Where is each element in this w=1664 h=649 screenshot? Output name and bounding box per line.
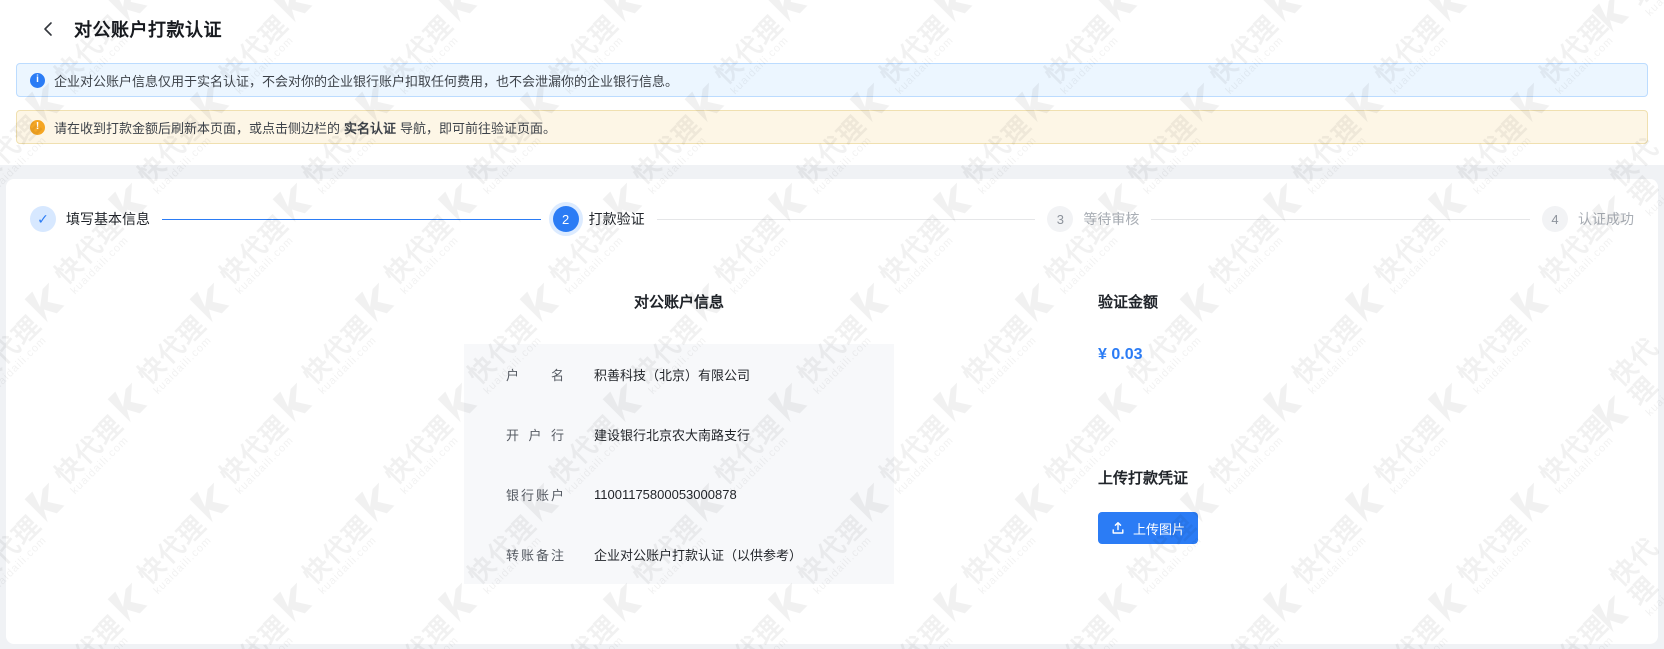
- warning-text-prefix: 请在收到打款金额后刷新本页面，或点击侧边栏的: [54, 120, 341, 136]
- verify-amount-column: 验证金额 ¥ 0.03 上传打款凭证 上传图片: [1098, 294, 1198, 584]
- title-row: 对公账户打款认证: [16, 16, 1648, 42]
- upload-button-label: 上传图片: [1132, 521, 1185, 537]
- bank-account-label: 银行账户: [506, 487, 564, 503]
- transfer-remark-label: 转账备注: [506, 547, 564, 563]
- verify-amount-value: ¥ 0.03: [1098, 346, 1143, 363]
- step-1-check-icon: ✓: [30, 206, 56, 232]
- transfer-remark-value: 企业对公账户打款认证（以供参考）: [594, 547, 803, 563]
- back-button[interactable]: [36, 17, 60, 41]
- upload-voucher-heading: 上传打款凭证: [1098, 470, 1189, 487]
- warning-text-emphasis: 实名认证: [344, 120, 397, 136]
- account-name-value: 积善科技（北京）有限公司: [594, 367, 751, 383]
- verification-card: ✓ 填写基本信息 2 打款验证 3 等待审核 4 认证成功 对公账户信息 户名 …: [6, 179, 1658, 644]
- step-success: 4 认证成功: [1542, 206, 1634, 232]
- upload-icon: [1112, 522, 1124, 534]
- top-header-section: 对公账户打款认证 i 企业对公账户信息仅用于实名认证，不会对你的企业银行账户扣取…: [0, 0, 1664, 165]
- account-name-label: 户名: [506, 367, 564, 383]
- table-row: 银行账户 11001175800053000878: [464, 464, 894, 524]
- card-content: 对公账户信息 户名 积善科技（北京）有限公司 开户行 建设银行北京农大南路支行 …: [6, 294, 1658, 584]
- bank-branch-value: 建设银行北京农大南路支行: [594, 427, 751, 443]
- account-info-table: 户名 积善科技（北京）有限公司 开户行 建设银行北京农大南路支行 银行账户 11…: [464, 344, 894, 584]
- table-row: 开户行 建设银行北京农大南路支行: [464, 404, 894, 464]
- table-row: 户名 积善科技（北京）有限公司: [464, 344, 894, 404]
- step-await-review: 3 等待审核: [1047, 206, 1139, 232]
- step-1-label: 填写基本信息: [66, 211, 150, 227]
- step-4-number: 4: [1542, 206, 1569, 232]
- step-4-label: 认证成功: [1578, 211, 1635, 227]
- step-payment-verify: 2 打款验证: [552, 206, 645, 232]
- account-info-heading: 对公账户信息: [633, 294, 724, 311]
- bank-account-value: 11001175800053000878: [594, 486, 737, 502]
- warning-text-suffix: 导航，即可前往验证页面。: [400, 120, 557, 136]
- step-2-label: 打款验证: [588, 211, 645, 227]
- info-icon: i: [30, 72, 45, 88]
- table-row: 转账备注 企业对公账户打款认证（以供参考）: [464, 524, 894, 584]
- page-title: 对公账户打款认证: [74, 20, 222, 40]
- verify-amount-heading: 验证金额: [1098, 294, 1159, 311]
- back-chevron-icon: [44, 22, 52, 36]
- account-info-column: 对公账户信息 户名 积善科技（北京）有限公司 开户行 建设银行北京农大南路支行 …: [464, 294, 894, 584]
- info-banner-text: 企业对公账户信息仅用于实名认证，不会对你的企业银行账户扣取任何费用，也不会泄漏你…: [54, 73, 679, 89]
- step-3-label: 等待审核: [1083, 211, 1140, 227]
- step-3-number: 3: [1047, 206, 1074, 232]
- step-connector-3: [1151, 218, 1531, 220]
- upload-image-button[interactable]: 上传图片: [1098, 512, 1198, 544]
- step-2-number: 2: [552, 206, 579, 232]
- step-fill-basic-info: ✓ 填写基本信息: [30, 206, 150, 232]
- step-connector-2: [656, 218, 1036, 220]
- steps-bar: ✓ 填写基本信息 2 打款验证 3 等待审核 4 认证成功: [6, 179, 1658, 232]
- bank-branch-label: 开户行: [506, 427, 564, 443]
- warning-banner: ! 请在收到打款金额后刷新本页面，或点击侧边栏的 实名认证 导航，即可前往验证页…: [16, 110, 1648, 144]
- info-banner: i 企业对公账户信息仅用于实名认证，不会对你的企业银行账户扣取任何费用，也不会泄…: [16, 63, 1648, 97]
- warning-icon: !: [30, 119, 45, 135]
- step-connector-1: [162, 218, 541, 220]
